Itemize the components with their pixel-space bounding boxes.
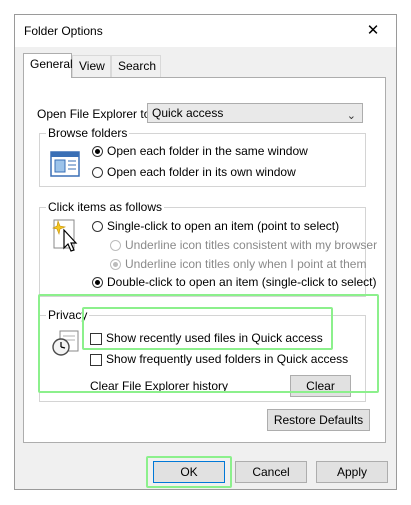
radio-button (92, 146, 103, 157)
browse-folders-group: Browse folders Open each folder in the s… (39, 126, 366, 187)
tab-view[interactable]: View (72, 55, 111, 77)
close-button[interactable]: ✕ (350, 15, 396, 47)
radio-label: Single-click to open an item (point to s… (107, 219, 340, 233)
radio-label: Underline icon titles consistent with my… (125, 238, 378, 252)
checkboxes-highlight (82, 307, 333, 350)
cursor-click-icon (52, 219, 78, 252)
radio-button (110, 240, 121, 251)
click-items-group: Click items as follows Single-click to o… (39, 200, 377, 297)
tab-label: General (30, 57, 73, 71)
radio-label: Underline icon titles only when I point … (125, 257, 367, 271)
open-file-explorer-label: Open File Explorer to: (37, 107, 154, 121)
radio-label: Open each folder in its own window (107, 165, 296, 179)
title-bar: Folder Options ✕ (15, 15, 396, 47)
radio-label: Double-click to open an item (single-cli… (107, 275, 377, 289)
open-file-explorer-dropdown[interactable]: Quick access ⌄ (147, 103, 363, 123)
tab-label: View (79, 59, 105, 73)
apply-button[interactable]: Apply (316, 461, 388, 483)
radio-label: Open each folder in the same window (107, 144, 308, 158)
radio-button (92, 167, 103, 178)
chevron-down-icon: ⌄ (346, 110, 356, 122)
browse-folders-title: Browse folders (46, 126, 130, 140)
tab-label: Search (118, 59, 157, 73)
restore-defaults-button[interactable]: Restore Defaults (267, 409, 370, 431)
radio-button (92, 277, 103, 288)
dropdown-value: Quick access (152, 106, 224, 120)
radio-button (92, 221, 103, 232)
folder-window-icon (50, 151, 80, 177)
window-title: Folder Options (24, 24, 103, 38)
tab-search[interactable]: Search (111, 55, 161, 77)
tab-general[interactable]: General (23, 53, 73, 78)
radio-button (110, 259, 121, 270)
close-icon: ✕ (366, 22, 380, 39)
ok-highlight (146, 456, 232, 488)
cancel-button[interactable]: Cancel (235, 461, 307, 483)
click-items-title: Click items as follows (46, 200, 165, 214)
folder-options-dialog: Folder Options ✕ General View Search Ope… (14, 14, 397, 490)
